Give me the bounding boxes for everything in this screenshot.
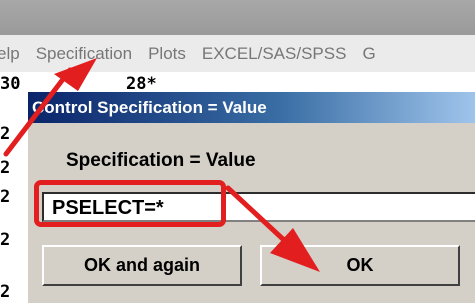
- menu-specification[interactable]: Specification: [28, 44, 140, 64]
- doc-margin-char: 2: [0, 282, 11, 302]
- screenshot: elp Specification Plots EXCEL/SAS/SPSS G…: [0, 0, 475, 303]
- window-titlebar: [0, 0, 475, 35]
- menu-help[interactable]: elp: [0, 44, 28, 64]
- specification-input[interactable]: [42, 192, 475, 222]
- control-specification-dialog: Control Specification = Value Specificat…: [27, 91, 475, 303]
- dialog-title: Control Specification = Value: [28, 92, 475, 123]
- doc-margin-char: 2: [0, 187, 11, 207]
- doc-margin-char: 2: [0, 230, 11, 250]
- dialog-label: Specification = Value: [66, 150, 256, 171]
- ok-button[interactable]: OK: [260, 245, 460, 286]
- menu-graphs[interactable]: G: [354, 44, 383, 64]
- doc-margin-char: 2: [0, 158, 11, 178]
- menu-plots[interactable]: Plots: [140, 44, 194, 64]
- doc-margin-char: 2: [0, 124, 11, 144]
- doc-value-30: 30: [0, 74, 21, 94]
- menu-bar: elp Specification Plots EXCEL/SAS/SPSS G: [0, 35, 475, 73]
- menu-excel-sas-spss[interactable]: EXCEL/SAS/SPSS: [194, 44, 355, 64]
- ok-and-again-button[interactable]: OK and again: [42, 245, 242, 286]
